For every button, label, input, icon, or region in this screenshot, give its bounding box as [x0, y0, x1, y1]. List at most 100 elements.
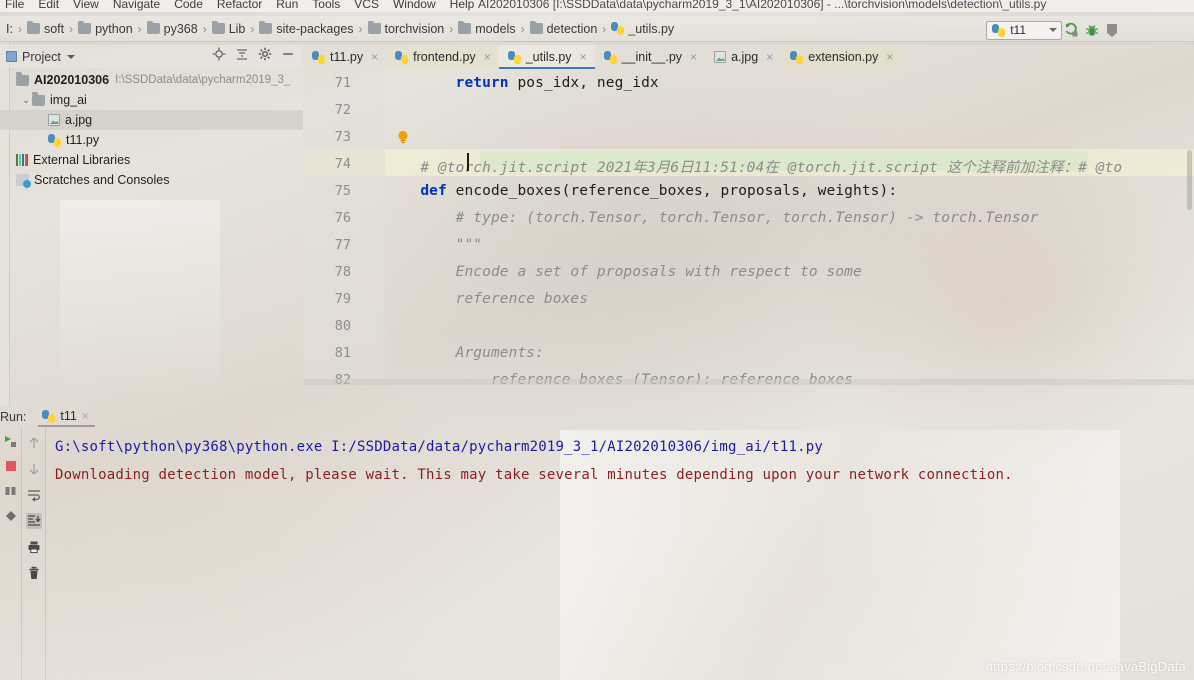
- code-line[interactable]: # @torch.jit.script 2021年3月6日11:51:04在 @…: [385, 156, 1122, 177]
- close-icon[interactable]: ×: [690, 50, 697, 64]
- settings-gear-icon[interactable]: [258, 47, 272, 66]
- scroll-to-end-icon[interactable]: [25, 513, 42, 529]
- tree-node-scratches-and-consoles[interactable]: Scratches and Consoles: [0, 170, 303, 190]
- close-icon[interactable]: ×: [82, 409, 89, 423]
- editor-tab-extension-py[interactable]: extension.py ×: [781, 45, 902, 69]
- breadcrumb-item--utils-py[interactable]: › _utils.py: [597, 22, 674, 36]
- code-line[interactable]: Arguments:: [385, 345, 544, 361]
- tree-node-a-jpg[interactable]: a.jpg: [0, 110, 303, 130]
- menu-item-navigate[interactable]: Navigate: [113, 0, 160, 11]
- menu-item-vcs[interactable]: VCS: [354, 0, 379, 11]
- tree-node-ai202010306[interactable]: AI202010306 I:\SSDData\data\pycharm2019_3…: [0, 70, 303, 90]
- code-line[interactable]: # type: (torch.Tensor, torch.Tensor, tor…: [385, 210, 1039, 226]
- editor-tab--utils-py[interactable]: _utils.py ×: [498, 45, 595, 69]
- run-icon[interactable]: [1062, 20, 1082, 40]
- line-number: 73: [334, 129, 351, 145]
- close-icon[interactable]: ×: [886, 50, 893, 64]
- menu-item-view[interactable]: View: [73, 0, 99, 11]
- menu-item-edit[interactable]: Edit: [38, 0, 59, 11]
- close-icon[interactable]: ×: [371, 50, 378, 64]
- menu-item-help[interactable]: Help: [450, 0, 475, 11]
- print-icon[interactable]: [26, 539, 42, 555]
- console-line: G:\soft\python\py368\python.exe I:/SSDDa…: [55, 439, 823, 455]
- breadcrumb-separator-icon: ›: [17, 21, 22, 36]
- line-number: 76: [334, 210, 351, 226]
- close-icon[interactable]: ×: [580, 50, 587, 64]
- tree-node-external-libraries[interactable]: External Libraries: [0, 150, 303, 170]
- code-line[interactable]: """: [385, 237, 482, 253]
- breadcrumb-item-python[interactable]: › python: [64, 20, 133, 36]
- run-tab-label: t11: [60, 409, 77, 423]
- collapse-all-icon[interactable]: [235, 47, 249, 66]
- tree-node-label: t11.py: [66, 133, 100, 147]
- code-line[interactable]: Encode a set of proposals with respect t…: [385, 264, 862, 280]
- menu-item-refactor[interactable]: Refactor: [217, 0, 262, 11]
- tree-node-img-ai[interactable]: ⌄ img_ai: [0, 90, 303, 110]
- soft-wrap-icon[interactable]: [26, 487, 42, 503]
- locate-icon[interactable]: [212, 47, 226, 66]
- python-run-config-icon: [42, 409, 56, 423]
- editor-bottom-divider[interactable]: [303, 379, 1194, 385]
- project-panel-header: Project: [0, 45, 303, 68]
- code-comment: """: [385, 237, 483, 253]
- scroll-down-icon[interactable]: [26, 461, 42, 477]
- tree-node-label: img_ai: [50, 93, 87, 107]
- menu-item-window[interactable]: Window: [393, 0, 436, 11]
- menu-bar: File Edit View Navigate Code Refactor Run Tools…: [0, 0, 474, 12]
- breadcrumb-item-py368[interactable]: › py368: [133, 20, 198, 36]
- breadcrumb-root[interactable]: I:: [6, 22, 13, 36]
- code-comment: # type: (torch.Tensor, torch.Tensor, tor…: [385, 210, 1039, 226]
- editor-gutter[interactable]: 717273747576777879808182: [303, 69, 385, 388]
- breadcrumb-item-detection[interactable]: › detection: [516, 20, 597, 36]
- resume-icon[interactable]: [3, 483, 19, 499]
- debug-bug-icon[interactable]: [1082, 20, 1102, 40]
- editor-code-area[interactable]: return pos_idx, neg_idx # @torch.jit.scr…: [385, 69, 1194, 384]
- line-number: 72: [334, 102, 351, 118]
- code-text: encode_boxes(reference_boxes, proposals,…: [446, 183, 898, 199]
- close-icon[interactable]: ×: [766, 50, 773, 64]
- run-left-toolbar: [0, 427, 22, 680]
- breadcrumb-label: models: [475, 21, 516, 36]
- rerun-icon[interactable]: [3, 433, 19, 449]
- chevron-down-icon[interactable]: [1049, 28, 1057, 32]
- menu-item-tools[interactable]: Tools: [312, 0, 340, 11]
- folder-icon: [26, 20, 40, 34]
- menu-item-run[interactable]: Run: [276, 0, 298, 11]
- menu-item-file[interactable]: File: [5, 0, 24, 11]
- line-number: 78: [334, 264, 351, 280]
- breadcrumb-item-lib[interactable]: › Lib: [198, 20, 245, 36]
- breadcrumb-item-models[interactable]: › models: [444, 20, 516, 36]
- editor-vertical-scrollbar[interactable]: [1187, 150, 1192, 210]
- chevron-down-icon[interactable]: ⌄: [20, 95, 32, 106]
- close-icon[interactable]: ×: [484, 50, 491, 64]
- editor-tab-frontend-py[interactable]: frontend.py ×: [386, 45, 499, 69]
- editor-tab-a-jpg[interactable]: a.jpg ×: [705, 45, 782, 69]
- tree-node-t11-py[interactable]: t11.py: [0, 130, 303, 150]
- more-icon[interactable]: [1102, 20, 1122, 40]
- code-line[interactable]: return pos_idx, neg_idx: [385, 75, 659, 91]
- run-configuration-toolbar: t11: [986, 20, 1122, 40]
- editor-tab---init---py[interactable]: __init__.py ×: [594, 45, 706, 69]
- menu-item-code[interactable]: Code: [174, 0, 203, 11]
- stop-icon[interactable]: [3, 458, 19, 474]
- breadcrumb-item-site-packages[interactable]: › site-packages: [245, 20, 354, 36]
- editor-tab-label: extension.py: [808, 50, 879, 64]
- code-line[interactable]: def encode_boxes(reference_boxes, propos…: [385, 183, 897, 199]
- breadcrumb-item-soft[interactable]: › soft: [13, 20, 64, 36]
- breadcrumb-item-torchvision[interactable]: › torchvision: [354, 20, 444, 36]
- console-output[interactable]: G:\soft\python\py368\python.exe I:/SSDDa…: [47, 427, 1194, 680]
- code-line[interactable]: reference boxes: [385, 291, 588, 307]
- hide-icon[interactable]: [281, 47, 295, 66]
- breadcrumb-label: site-packages: [276, 21, 354, 36]
- run-tab-t11[interactable]: t11 ×: [38, 407, 95, 427]
- python-file-icon: [312, 50, 325, 64]
- scroll-up-icon[interactable]: [26, 435, 42, 451]
- chevron-down-icon[interactable]: [66, 54, 75, 59]
- editor-tab-t11-py[interactable]: t11.py ×: [303, 45, 387, 69]
- clear-all-icon[interactable]: [26, 565, 42, 581]
- python-file-icon: [507, 50, 521, 64]
- breadcrumb-separator-icon: ›: [137, 21, 142, 36]
- background-wallpaper-highlight-2: [60, 200, 220, 400]
- run-configuration-selector[interactable]: t11: [986, 20, 1062, 40]
- pin-icon[interactable]: [3, 508, 19, 524]
